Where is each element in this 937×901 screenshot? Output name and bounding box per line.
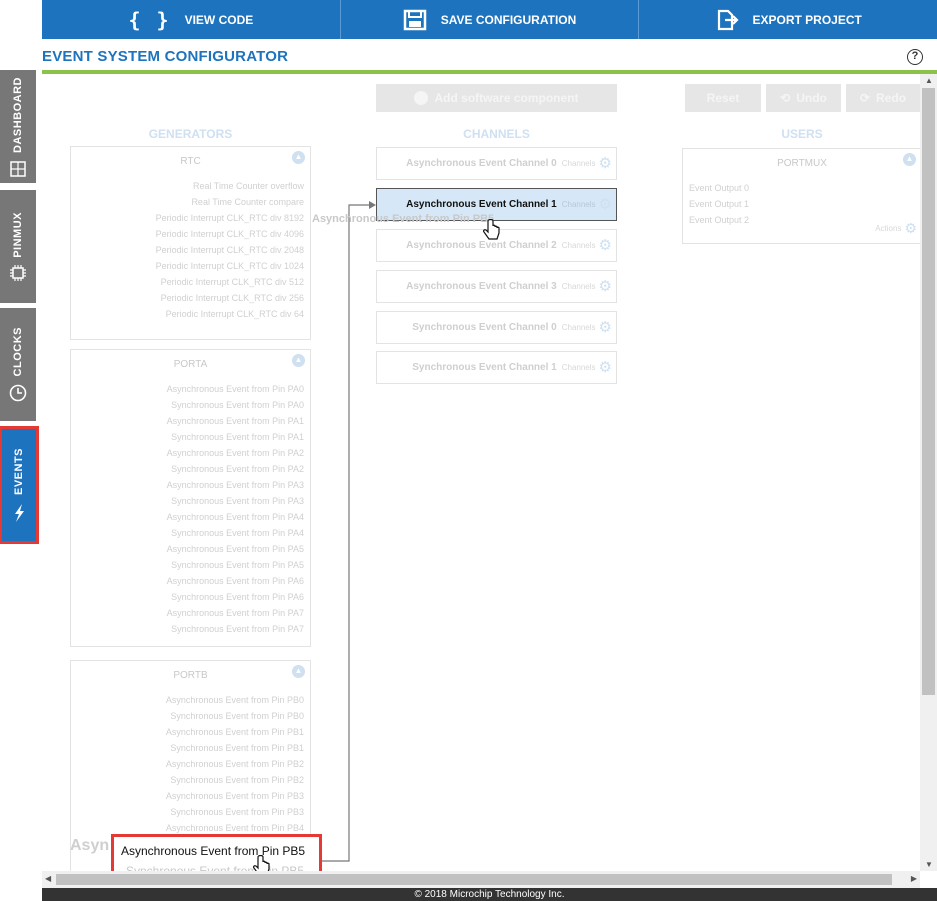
scroll-left-icon[interactable]: ◀ [45, 874, 51, 883]
export-project-button[interactable]: EXPORT PROJECT [639, 0, 937, 39]
tab-events[interactable]: EVENTS [0, 426, 39, 544]
scroll-thumb[interactable] [56, 874, 892, 885]
drag-ghost-label: Asynchronous Event from Pin PB5 [312, 213, 495, 225]
code-braces-icon: { } [128, 7, 171, 32]
scroll-thumb[interactable] [922, 88, 935, 695]
help-icon[interactable]: ? [907, 49, 923, 65]
tab-clocks[interactable]: CLOCKS [0, 308, 36, 421]
event-canvas: Add software component Reset ⟲ Undo ⟳ Re… [42, 74, 920, 872]
view-code-label: VIEW CODE [184, 12, 254, 27]
horizontal-scrollbar[interactable]: ◀ ▶ [42, 871, 920, 888]
page-title: EVENT SYSTEM CONFIGURATOR [42, 48, 289, 65]
drag-ghost-large: Asyn [70, 837, 110, 854]
clock-icon [9, 384, 27, 402]
save-configuration-button[interactable]: SAVE CONFIGURATION [340, 0, 640, 39]
footer-copyright: © 2018 Microchip Technology Inc. [42, 888, 937, 901]
connection-line [322, 201, 376, 862]
hand-cursor-icon [483, 219, 500, 240]
scroll-up-icon[interactable]: ▲ [925, 76, 933, 85]
lightning-icon [15, 503, 24, 522]
scroll-down-icon[interactable]: ▼ [925, 860, 933, 869]
hand-cursor-icon [253, 855, 270, 872]
export-file-icon [717, 9, 739, 30]
chip-icon [10, 265, 26, 282]
dragged-generator-item[interactable]: Asynchronous Event from Pin PB5 Synchron… [111, 834, 322, 872]
tab-clocks-label: CLOCKS [12, 326, 24, 377]
vertical-scrollbar[interactable]: ▲ ▼ [920, 74, 937, 871]
tab-pinmux[interactable]: PINMUX [0, 190, 36, 303]
view-code-button[interactable]: { } VIEW CODE [42, 0, 341, 39]
save-configuration-label: SAVE CONFIGURATION [440, 12, 577, 27]
tab-dashboard[interactable]: DASHBOARD [0, 70, 36, 183]
top-toolbar: { } VIEW CODE SAVE CONFIGURATION EXPORT … [42, 0, 937, 39]
tab-events-label: EVENTS [13, 448, 25, 496]
scroll-right-icon[interactable]: ▶ [911, 874, 917, 883]
dragged-item-label: Asynchronous Event from Pin PB5 [121, 844, 306, 858]
export-project-label: EXPORT PROJECT [752, 12, 862, 27]
tab-pinmux-label: PINMUX [12, 211, 24, 258]
dashboard-icon [10, 160, 26, 177]
tab-dashboard-label: DASHBOARD [12, 76, 24, 153]
floppy-disk-icon [403, 9, 426, 30]
